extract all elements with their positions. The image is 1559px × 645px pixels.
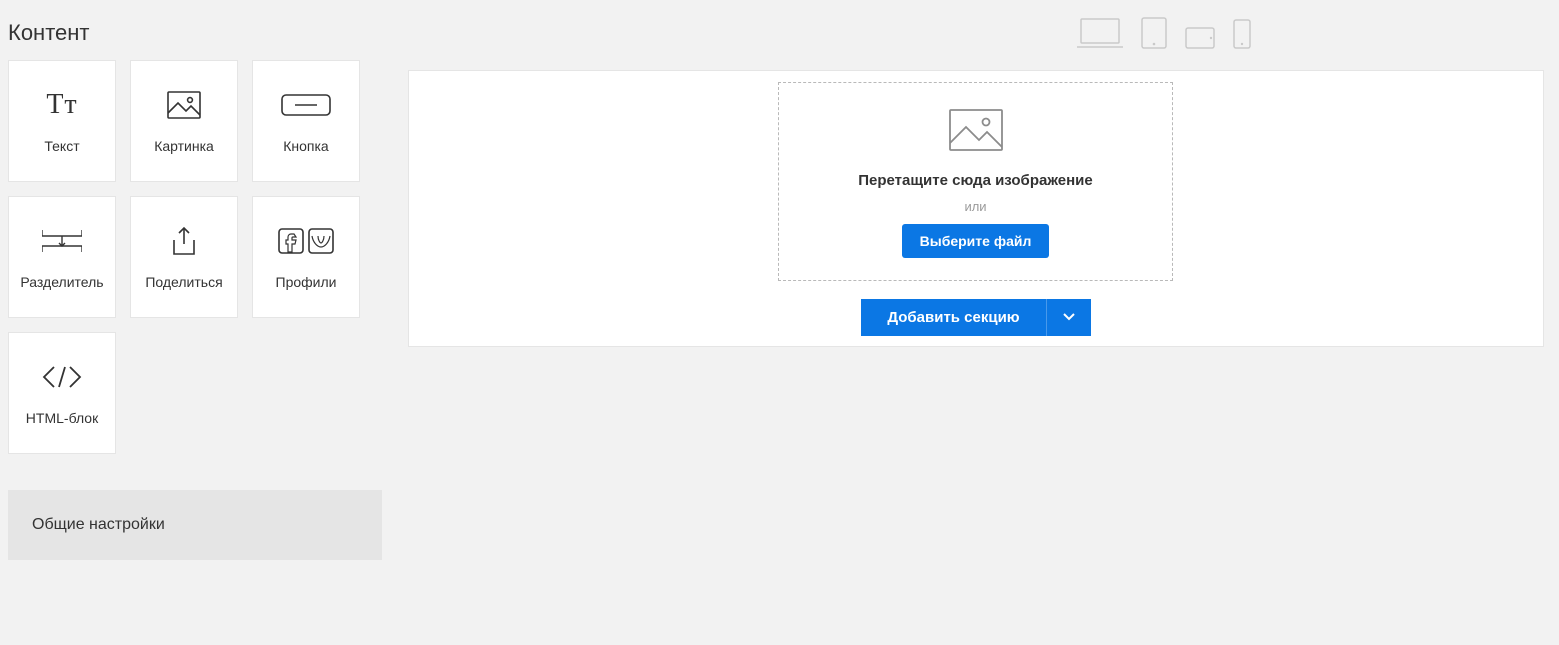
content-block-grid: Тт Текст Картинка	[8, 60, 382, 454]
choose-file-button[interactable]: Выберите файл	[902, 224, 1050, 258]
divider-icon	[42, 224, 82, 258]
block-image[interactable]: Картинка	[130, 60, 238, 182]
block-divider[interactable]: Разделитель	[8, 196, 116, 318]
chevron-down-icon	[1062, 310, 1076, 325]
block-share[interactable]: Поделиться	[130, 196, 238, 318]
image-dropzone[interactable]: Перетащите сюда изображение или Выберите…	[778, 82, 1173, 281]
block-label: Поделиться	[145, 274, 222, 290]
button-icon	[281, 88, 331, 122]
add-section-button[interactable]: Добавить секцию	[861, 299, 1046, 336]
general-settings-label: Общие настройки	[32, 516, 165, 533]
add-section-split-button: Добавить секцию	[861, 299, 1090, 336]
sidebar: Тт Текст Картинка	[8, 56, 382, 645]
tablet-portrait-icon[interactable]	[1141, 17, 1167, 49]
block-label: Картинка	[154, 138, 214, 154]
block-text[interactable]: Тт Текст	[8, 60, 116, 182]
block-label: Профили	[276, 274, 337, 290]
image-placeholder-icon	[949, 109, 1003, 156]
add-section-dropdown-button[interactable]	[1047, 299, 1091, 336]
page-title: Контент	[8, 20, 90, 46]
general-settings-button[interactable]: Общие настройки	[8, 490, 382, 560]
block-label: Разделитель	[20, 274, 103, 290]
code-icon	[40, 360, 84, 394]
block-label: Кнопка	[283, 138, 328, 154]
block-button[interactable]: Кнопка	[252, 60, 360, 182]
block-html[interactable]: HTML-блок	[8, 332, 116, 454]
block-label: Текст	[44, 138, 79, 154]
block-profiles[interactable]: Профили	[252, 196, 360, 318]
text-icon: Тт	[46, 88, 77, 122]
share-icon	[170, 224, 198, 258]
phone-icon[interactable]	[1233, 19, 1251, 49]
social-profiles-icon	[278, 224, 334, 258]
tablet-landscape-icon[interactable]	[1185, 27, 1215, 49]
device-switcher	[1077, 17, 1551, 49]
desktop-icon[interactable]	[1077, 17, 1123, 49]
image-icon	[167, 88, 201, 122]
dropzone-or-text: или	[964, 199, 986, 214]
dropzone-title: Перетащите сюда изображение	[858, 172, 1092, 189]
editor-canvas: Перетащите сюда изображение или Выберите…	[408, 70, 1544, 347]
block-label: HTML-блок	[26, 410, 98, 426]
